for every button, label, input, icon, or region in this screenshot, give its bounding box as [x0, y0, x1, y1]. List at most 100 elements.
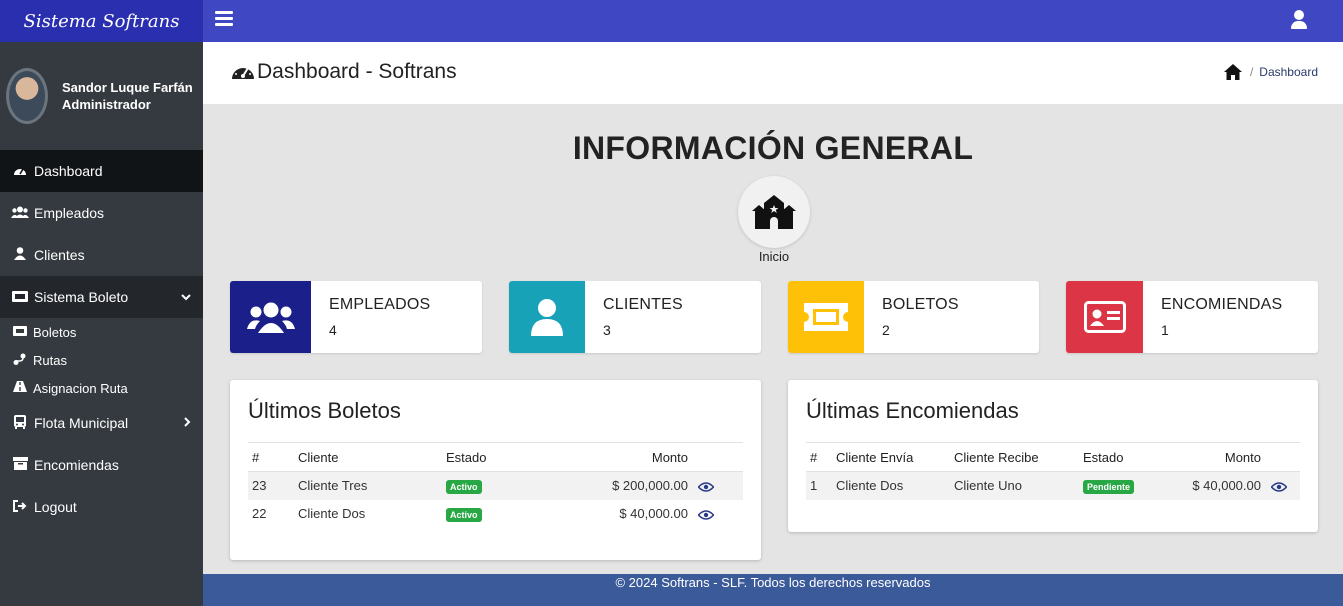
stat-label: BOLETOS [882, 296, 959, 313]
sidebar-item-label: Empleados [34, 205, 105, 221]
cell-envia: Cliente Dos [832, 471, 950, 500]
inicio-label: Inicio [758, 249, 790, 264]
panel-ultimos-boletos: Últimos Boletos # Cliente Estado Monto 2… [230, 380, 761, 560]
topbar [203, 0, 1343, 42]
user-name: Sandor Luque Farfán [62, 80, 193, 95]
sidebar-item-label: Logout [34, 499, 77, 515]
column-header: Monto [560, 442, 694, 472]
stat-label: CLIENTES [603, 296, 683, 313]
content-header: Dashboard - Softrans / Dashboard [203, 42, 1343, 104]
sidebar-item-encomiendas[interactable]: Encomiendas [0, 444, 203, 486]
sidebar-item-sistema-boleto[interactable]: Sistema Boleto [0, 276, 203, 318]
column-header: Estado [442, 442, 560, 472]
stat-card-encomiendas[interactable]: ENCOMIENDAS 1 [1066, 281, 1318, 353]
sidebar-item-label: Encomiendas [34, 457, 119, 473]
sidebar-subitem-boletos[interactable]: Boletos [0, 318, 203, 346]
stat-value: 1 [1161, 322, 1169, 338]
user-menu-icon[interactable] [1291, 10, 1307, 30]
sidebar-item-label: Flota Municipal [34, 415, 129, 431]
page-title: Dashboard - Softrans [231, 60, 457, 84]
stat-label: ENCOMIENDAS [1161, 296, 1283, 313]
table-row: 23 Cliente Tres Activo $ 200,000.00 [248, 471, 743, 500]
inicio-button[interactable] [738, 176, 810, 248]
boletos-table: # Cliente Estado Monto 23 Cliente Tres A… [248, 442, 743, 528]
column-header: Cliente Envía [832, 442, 950, 472]
eye-icon[interactable] [697, 482, 715, 492]
user-icon [509, 281, 585, 353]
road-icon [13, 381, 29, 395]
status-badge: Activo [446, 507, 482, 522]
sidebar-subitem-asignacion-ruta[interactable]: Asignacion Ruta [0, 374, 203, 402]
avatar [6, 68, 48, 124]
column-header: Cliente Recibe [950, 442, 1079, 472]
sidebar-subitem-rutas[interactable]: Rutas [0, 346, 203, 374]
sidebar-item-label: Clientes [34, 247, 85, 263]
table-row: 22 Cliente Dos Activo $ 40,000.00 [248, 500, 743, 528]
section-title: INFORMACIÓN GENERAL [572, 130, 974, 166]
table-row: 1 Cliente Dos Cliente Uno Pendiente $ 40… [806, 471, 1300, 500]
sidebar-item-dashboard[interactable]: Dashboard [0, 150, 203, 192]
cell-monto: $ 200,000.00 [560, 471, 694, 500]
cell-id: 23 [248, 471, 294, 500]
cell-monto: $ 40,000.00 [1164, 471, 1267, 500]
cell-id: 1 [806, 471, 832, 500]
sidebar-subitem-label: Boletos [33, 324, 77, 340]
user-role: Administrador [62, 97, 151, 112]
column-header: # [248, 442, 294, 472]
route-icon [13, 353, 29, 368]
logout-icon [11, 499, 29, 515]
cell-cliente: Cliente Dos [298, 506, 366, 521]
bus-icon [11, 414, 29, 432]
ticket-icon [13, 325, 29, 339]
sidebar: Sistema Softrans Sandor Luque Farfán Adm… [0, 0, 203, 606]
user-icon [11, 247, 29, 263]
users-icon [230, 281, 311, 353]
sidebar-item-flota-municipal[interactable]: Flota Municipal [0, 402, 203, 444]
sidebar-item-label: Sistema Boleto [34, 289, 129, 305]
building-icon [752, 195, 796, 229]
status-badge: Activo [446, 479, 482, 494]
user-panel: Sandor Luque Farfán Administrador [0, 42, 203, 150]
eye-icon[interactable] [697, 509, 715, 520]
gauge-icon [232, 64, 254, 79]
home-icon[interactable] [1223, 64, 1242, 80]
sidebar-item-empleados[interactable]: Empleados [0, 192, 203, 234]
sidebar-item-label: Dashboard [34, 163, 103, 179]
brand-logo[interactable]: Sistema Softrans [0, 0, 203, 42]
cell-cliente: Cliente Tres [294, 471, 442, 500]
users-icon [11, 206, 29, 221]
dashboard-icon [11, 164, 29, 179]
encomiendas-table: # Cliente Envía Cliente Recibe Estado Mo… [806, 442, 1300, 500]
panel-title: Últimas Encomiendas [806, 398, 1019, 423]
chevron-down-icon [181, 290, 191, 304]
column-header: Monto [1164, 442, 1267, 472]
status-badge: Pendiente [1083, 479, 1135, 494]
sidebar-item-logout[interactable]: Logout [0, 486, 203, 528]
stat-card-boletos[interactable]: BOLETOS 2 [788, 281, 1039, 353]
column-header: Estado [1079, 442, 1164, 472]
page-title-text: Dashboard - Softrans [257, 60, 457, 83]
column-header: Cliente [294, 442, 442, 472]
eye-icon[interactable] [1270, 482, 1288, 492]
stat-value: 3 [603, 322, 611, 338]
chevron-right-icon [184, 416, 191, 430]
ticket-icon [788, 281, 864, 353]
menu-toggle-icon[interactable] [215, 11, 233, 27]
sidebar-item-clientes[interactable]: Clientes [0, 234, 203, 276]
ticket-icon [11, 290, 29, 305]
stat-card-empleados[interactable]: EMPLEADOS 4 [230, 281, 482, 353]
sidebar-subitem-label: Rutas [33, 352, 67, 368]
cell-id: 22 [252, 506, 267, 521]
panel-title: Últimos Boletos [248, 398, 401, 423]
stat-value: 4 [329, 322, 337, 338]
panel-ultimas-encomiendas: Últimas Encomiendas # Cliente Envía Clie… [788, 380, 1318, 532]
breadcrumb: / Dashboard [1223, 64, 1318, 80]
id-card-icon [1066, 281, 1143, 353]
sidebar-subitem-label: Asignacion Ruta [33, 380, 128, 396]
cell-monto: $ 40,000.00 [619, 506, 688, 521]
stat-card-clientes[interactable]: CLIENTES 3 [509, 281, 761, 353]
stat-label: EMPLEADOS [329, 296, 431, 313]
breadcrumb-current: Dashboard [1259, 65, 1318, 79]
stat-value: 2 [882, 322, 890, 338]
cell-recibe: Cliente Uno [950, 471, 1079, 500]
